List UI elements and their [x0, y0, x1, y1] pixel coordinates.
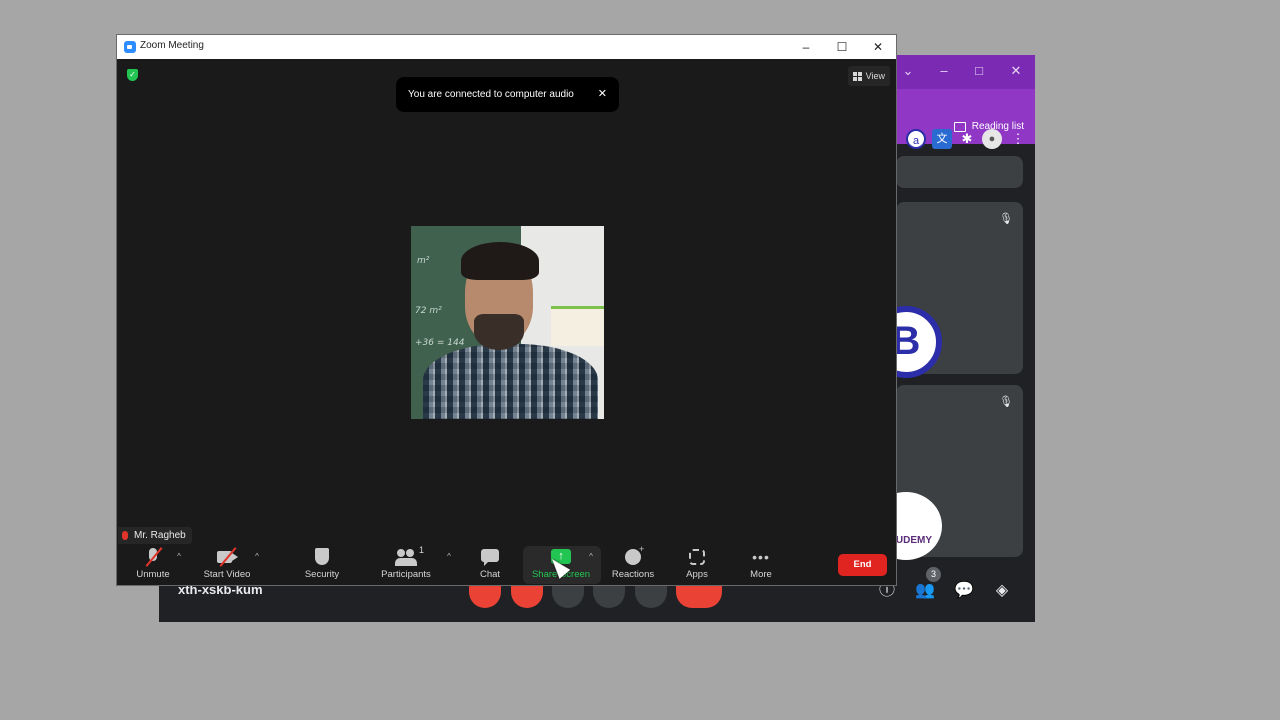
reading-list-button[interactable]: Reading list	[953, 121, 1024, 132]
participants-options-caret[interactable]: ^	[444, 552, 454, 561]
more-label: More	[750, 569, 772, 580]
reading-list-label: Reading list	[971, 121, 1024, 132]
profile-avatar[interactable]: ●	[982, 129, 1002, 149]
unmute-label: Unmute	[136, 569, 170, 580]
smiley-icon: +	[622, 544, 644, 567]
person-beard	[474, 314, 524, 350]
person-hair	[461, 242, 539, 280]
end-meeting-button[interactable]: End	[838, 554, 887, 576]
apps-icon	[686, 547, 708, 567]
chevron-down-icon[interactable]: ⌄	[896, 59, 920, 83]
participant-name: Mr. Ragheb	[134, 530, 186, 541]
people-icon[interactable]: 👥	[914, 580, 936, 602]
zoom-titlebar: Zoom Meeting – ☐ ✕	[117, 35, 896, 59]
participants-count: 1	[419, 545, 425, 555]
board-text: m²	[417, 256, 430, 266]
participant-video[interactable]: m² 72 m² +36 = 144	[411, 226, 604, 419]
apps-label: Apps	[686, 569, 708, 580]
encryption-shield-icon[interactable]: ✓	[127, 69, 138, 81]
share-options-caret[interactable]: ^	[586, 552, 596, 561]
window-title: Zoom Meeting	[140, 40, 204, 51]
mic-off-icon	[142, 547, 164, 567]
video-options-caret[interactable]: ^	[252, 552, 262, 561]
mic-off-icon: 🎙	[999, 396, 1013, 408]
start-video-label: Start Video	[203, 569, 251, 580]
reactions-label: Reactions	[611, 569, 655, 580]
close-button[interactable]: ✕	[860, 35, 896, 59]
kebab-menu-icon[interactable]: ⋮	[1008, 129, 1028, 149]
chat-label: Chat	[479, 569, 501, 580]
translate-extension-icon[interactable]: 文	[932, 129, 952, 149]
close-button[interactable]: ✕	[1004, 59, 1028, 83]
participants-icon: 1	[395, 545, 424, 567]
view-button[interactable]: View	[847, 66, 890, 86]
minimize-button[interactable]: –	[932, 59, 956, 83]
board-text: +36 = 144	[415, 338, 465, 348]
participants-button[interactable]: 1 Participants	[376, 545, 436, 585]
maximize-button[interactable]: □	[967, 59, 991, 83]
muted-mic-icon	[122, 531, 128, 540]
close-icon[interactable]: ✕	[598, 77, 607, 112]
security-label: Security	[304, 569, 340, 580]
view-label: View	[865, 71, 885, 81]
video-off-icon	[216, 547, 238, 567]
audio-options-caret[interactable]: ^	[174, 552, 184, 561]
more-dots-icon: •••	[752, 549, 770, 565]
activities-icon[interactable]: ◈	[991, 580, 1013, 602]
participant-count-badge: 3	[926, 567, 941, 582]
maximize-button[interactable]: ☐	[824, 35, 860, 59]
meet-side-bar	[896, 156, 1023, 188]
zoom-logo-icon	[124, 41, 136, 53]
extension-a-icon[interactable]: a	[906, 129, 926, 149]
minimize-button[interactable]: –	[788, 35, 824, 59]
reading-list-icon	[953, 121, 966, 132]
apps-button[interactable]: Apps	[667, 547, 727, 585]
more-button[interactable]: ••• More	[731, 547, 791, 585]
board-text: 72 m²	[415, 306, 442, 316]
toast-text: You are connected to computer audio	[408, 89, 574, 100]
zoom-meeting-window: Zoom Meeting – ☐ ✕ ✓ View You are connec…	[116, 34, 897, 586]
chat-button[interactable]: Chat	[460, 547, 520, 585]
poster	[551, 306, 604, 346]
reactions-button[interactable]: + Reactions	[603, 544, 663, 585]
audio-connected-toast: You are connected to computer audio ✕	[396, 77, 619, 112]
start-video-button[interactable]: Start Video	[197, 547, 257, 585]
participants-label: Participants	[381, 569, 431, 580]
grid-icon	[852, 71, 862, 81]
security-button[interactable]: Security	[292, 547, 352, 585]
participant-name-tag: Mr. Ragheb	[118, 527, 192, 544]
puzzle-icon[interactable]: ✱	[957, 129, 977, 149]
person-shirt	[423, 344, 598, 419]
shield-icon	[311, 547, 333, 567]
chat-icon	[479, 547, 501, 567]
chat-icon[interactable]: 💬	[953, 580, 975, 602]
mic-off-icon: 🎙	[999, 213, 1013, 225]
